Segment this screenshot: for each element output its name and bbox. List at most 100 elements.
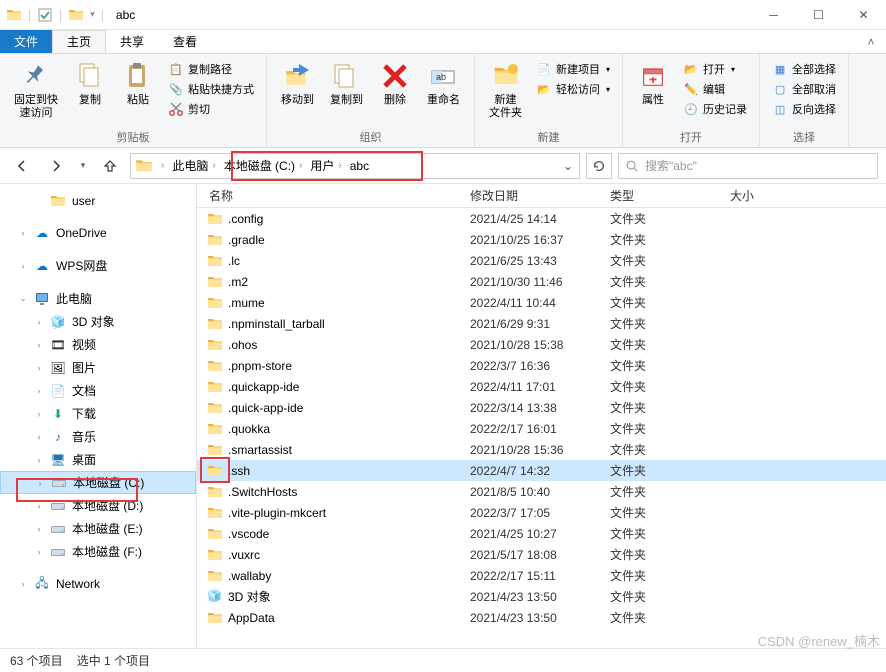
col-size[interactable]: 大小 xyxy=(722,187,822,204)
table-row[interactable]: .SwitchHosts2021/8/5 10:40文件夹 xyxy=(197,481,886,502)
table-row[interactable]: .pnpm-store2022/3/7 16:36文件夹 xyxy=(197,355,886,376)
nav-diske[interactable]: ›本地磁盘 (E:) xyxy=(0,517,196,540)
cell-date: 2021/4/23 13:50 xyxy=(462,590,602,604)
up-button[interactable] xyxy=(96,152,124,180)
easyaccess-button[interactable]: 📂轻松访问▾ xyxy=(534,80,612,98)
nav-network[interactable]: ›🖧Network xyxy=(0,573,196,595)
crumb-diskc[interactable]: 本地磁盘 (C:)› xyxy=(220,154,307,178)
selectall-button[interactable]: ▦全部选择 xyxy=(770,60,838,78)
nav-videos[interactable]: ›🎞视频 xyxy=(0,333,196,356)
nav-diskf[interactable]: ›本地磁盘 (F:) xyxy=(0,540,196,563)
table-row[interactable]: .quick-app-ide2022/3/14 13:38文件夹 xyxy=(197,397,886,418)
edit-button[interactable]: ✏️编辑 xyxy=(681,80,749,98)
newitem-button[interactable]: 📄新建项目▾ xyxy=(534,60,612,78)
nav-3dobjects[interactable]: ›🧊3D 对象 xyxy=(0,310,196,333)
cell-date: 2022/2/17 16:01 xyxy=(462,422,602,436)
table-row[interactable]: .ssh2022/4/7 14:32文件夹 xyxy=(197,460,886,481)
col-type[interactable]: 类型 xyxy=(602,187,722,204)
rename-button[interactable]: ab重命名 xyxy=(421,58,466,109)
close-button[interactable]: ✕ xyxy=(841,0,886,30)
properties-button[interactable]: 属性 xyxy=(631,58,675,109)
table-row[interactable]: .vuxrc2021/5/17 18:08文件夹 xyxy=(197,544,886,565)
nav-diskc[interactable]: ›本地磁盘 (C:) xyxy=(0,471,196,494)
nav-desktop[interactable]: ›🖥桌面 xyxy=(0,448,196,471)
cell-type: 文件夹 xyxy=(602,420,722,437)
table-row[interactable]: .gradle2021/10/25 16:37文件夹 xyxy=(197,229,886,250)
table-row[interactable]: .smartassist2021/10/28 15:36文件夹 xyxy=(197,439,886,460)
copyto-button[interactable]: 复制到 xyxy=(324,58,369,109)
table-row[interactable]: .mume2022/4/11 10:44文件夹 xyxy=(197,292,886,313)
nav-user[interactable]: user xyxy=(0,190,196,212)
nav-wps[interactable]: ›☁WPS网盘 xyxy=(0,254,196,277)
cell-name: .quick-app-ide xyxy=(197,400,462,416)
nav-thispc[interactable]: ⌄此电脑 xyxy=(0,287,196,310)
cell-type: 文件夹 xyxy=(602,609,722,626)
table-row[interactable]: .config2021/4/25 14:14文件夹 xyxy=(197,208,886,229)
refresh-button[interactable] xyxy=(586,153,612,179)
copy-button[interactable]: 复制 xyxy=(68,58,112,109)
table-row[interactable]: .m22021/10/30 11:46文件夹 xyxy=(197,271,886,292)
table-row[interactable]: .ohos2021/10/28 15:38文件夹 xyxy=(197,334,886,355)
address-dropdown-icon[interactable]: ⌄ xyxy=(557,159,579,173)
checkbox-icon[interactable] xyxy=(37,7,53,23)
nav-tree[interactable]: user ›☁OneDrive ›☁WPS网盘 ⌄此电脑 ›🧊3D 对象 ›🎞视… xyxy=(0,184,197,648)
crumb-abc[interactable]: abc xyxy=(346,154,373,178)
cell-name: .ohos xyxy=(197,337,462,353)
nav-onedrive[interactable]: ›☁OneDrive xyxy=(0,222,196,244)
table-row[interactable]: .vscode2021/4/25 10:27文件夹 xyxy=(197,523,886,544)
tab-view[interactable]: 查看 xyxy=(159,30,212,53)
nav-music[interactable]: ›♪音乐 xyxy=(0,425,196,448)
file-list[interactable]: .config2021/4/25 14:14文件夹.gradle2021/10/… xyxy=(197,208,886,648)
selectnone-button[interactable]: ▢全部取消 xyxy=(770,80,838,98)
collapse-ribbon-icon[interactable]: ˄ xyxy=(856,30,886,53)
col-date[interactable]: 修改日期 xyxy=(462,187,602,204)
moveto-button[interactable]: 移动到 xyxy=(275,58,320,109)
recent-dropdown-icon[interactable]: ▾ xyxy=(76,152,90,180)
back-button[interactable] xyxy=(8,152,36,180)
tab-file[interactable]: 文件 xyxy=(0,30,52,53)
nav-downloads[interactable]: ›⬇下载 xyxy=(0,402,196,425)
crumb-users[interactable]: 用户› xyxy=(306,154,345,178)
nav-documents[interactable]: ›📄文档 xyxy=(0,379,196,402)
table-row[interactable]: .quickapp-ide2022/4/11 17:01文件夹 xyxy=(197,376,886,397)
nav-pictures[interactable]: ›🖼图片 xyxy=(0,356,196,379)
table-row[interactable]: .quokka2022/2/17 16:01文件夹 xyxy=(197,418,886,439)
cell-name: .vscode xyxy=(197,526,462,542)
minimize-button[interactable]: ─ xyxy=(751,0,796,30)
table-row[interactable]: 🧊3D 对象2021/4/23 13:50文件夹 xyxy=(197,586,886,607)
crumb-sep[interactable]: › xyxy=(157,154,168,178)
search-input[interactable]: 搜索"abc" xyxy=(618,153,878,179)
forward-button[interactable] xyxy=(42,152,70,180)
col-name[interactable]: 名称 xyxy=(197,187,462,204)
table-row[interactable]: .lc2021/6/25 13:43文件夹 xyxy=(197,250,886,271)
maximize-button[interactable]: ☐ xyxy=(796,0,841,30)
delete-button[interactable]: 删除 xyxy=(373,58,417,109)
newfolder-button[interactable]: 新建 文件夹 xyxy=(483,58,528,122)
cell-type: 文件夹 xyxy=(602,357,722,374)
table-row[interactable]: .vite-plugin-mkcert2022/3/7 17:05文件夹 xyxy=(197,502,886,523)
paste-button[interactable]: 粘贴 xyxy=(116,58,160,109)
copypath-button[interactable]: 📋复制路径 xyxy=(166,60,256,78)
table-row[interactable]: .wallaby2022/2/17 15:11文件夹 xyxy=(197,565,886,586)
open-button[interactable]: 📂打开▾ xyxy=(681,60,749,78)
cell-date: 2021/4/25 14:14 xyxy=(462,212,602,226)
cell-name: .SwitchHosts xyxy=(197,484,462,500)
cell-type: 文件夹 xyxy=(602,546,722,563)
tab-home[interactable]: 主页 xyxy=(52,30,106,53)
crumb-thispc[interactable]: 此电脑› xyxy=(168,154,219,178)
cut-button[interactable]: 剪切 xyxy=(166,100,256,118)
table-row[interactable]: .npminstall_tarball2021/6/29 9:31文件夹 xyxy=(197,313,886,334)
history-button[interactable]: 🕘历史记录 xyxy=(681,100,749,118)
pasteshortcut-button[interactable]: 📎粘贴快捷方式 xyxy=(166,80,256,98)
column-headers[interactable]: 名称 修改日期 类型 大小 xyxy=(197,184,886,208)
qat-dropdown-icon[interactable]: ▾ xyxy=(90,9,95,20)
cell-date: 2021/10/28 15:36 xyxy=(462,443,602,457)
tab-share[interactable]: 共享 xyxy=(106,30,159,53)
nav-diskd[interactable]: ›本地磁盘 (D:) xyxy=(0,494,196,517)
breadcrumb[interactable]: › 此电脑› 本地磁盘 (C:)› 用户› abc ⌄ xyxy=(130,153,580,179)
group-label: 打开 xyxy=(631,127,751,145)
table-row[interactable]: AppData2021/4/23 13:50文件夹 xyxy=(197,607,886,628)
invertsel-button[interactable]: ◫反向选择 xyxy=(770,100,838,118)
folder-icon[interactable] xyxy=(68,7,84,23)
pin-button[interactable]: 固定到快 速访问 xyxy=(8,58,64,122)
